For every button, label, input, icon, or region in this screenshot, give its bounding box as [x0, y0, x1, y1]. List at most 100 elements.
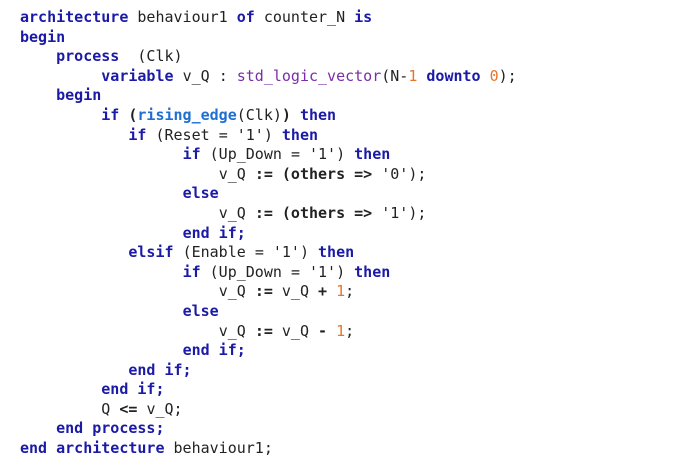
identifier-token: : [218, 66, 228, 85]
string-token: '1'); [381, 203, 427, 222]
keyword-token: then [354, 262, 391, 281]
code-line: if (Reset = '1') then [20, 126, 517, 146]
keyword-token: then [299, 105, 337, 124]
keyword-token: then [354, 145, 391, 164]
identifier-token: v_Q [218, 282, 246, 301]
identifier-token: Q [101, 399, 111, 418]
operator-token: := [254, 203, 273, 222]
keyword-token: end process; [56, 419, 165, 438]
identifier-token: ; [345, 321, 355, 340]
identifier-token: v_Q [218, 164, 246, 183]
code-line: Q <= v_Q; [20, 400, 517, 420]
keyword-token: else [182, 184, 219, 203]
identifier-token: v_Q; [146, 399, 183, 418]
identifier-token: (N- [381, 66, 409, 85]
operator-token: (others [281, 164, 346, 183]
code-listing: architecture behaviour1 of counter_N is b… [20, 8, 517, 459]
operator-token: ) [281, 105, 291, 124]
keyword-token: if [101, 105, 120, 124]
identifier-token: (Up_Down [209, 262, 282, 281]
keyword-token: if [128, 125, 147, 144]
keyword-token: architecture [20, 8, 129, 26]
identifier-token: (Enable [182, 243, 246, 262]
string-token: '1') [309, 262, 346, 281]
identifier-token: (Up_Down [209, 145, 282, 164]
code-line: variable v_Q : std_logic_vector(N-1 down… [20, 66, 516, 87]
code-line: architecture behaviour1 of counter_N is [20, 8, 517, 28]
identifier-token: v_Q [182, 66, 210, 85]
code-line: v_Q := (others => '0'); [20, 165, 517, 185]
number-token: 1 [336, 282, 346, 301]
keyword-token: is [354, 8, 373, 26]
code-line: end process; [20, 419, 517, 439]
keyword-token: begin [56, 86, 102, 105]
string-token: '0'); [381, 164, 427, 183]
code-line: if (Up_Down = '1') then [20, 145, 517, 165]
identifier-token: = [254, 243, 264, 262]
code-line: elsif (Enable = '1') then [20, 243, 517, 263]
operator-token: => [354, 203, 373, 222]
keyword-token: then [281, 125, 319, 144]
keyword-token: downto [426, 66, 481, 85]
operator-token: := [254, 164, 273, 183]
identifier-token: behaviour1 [137, 8, 228, 26]
identifier-token: ; [345, 282, 355, 301]
keyword-token: end [20, 439, 48, 458]
string-token: '1') [272, 243, 309, 262]
identifier-token: = [218, 125, 228, 144]
identifier-token: (Reset [155, 125, 210, 144]
keyword-token: process [56, 47, 120, 66]
keyword-token: end if; [182, 223, 246, 242]
keyword-token: end if; [182, 341, 246, 360]
code-line: v_Q := v_Q - 1; [20, 322, 517, 342]
identifier-token: = [290, 145, 300, 164]
keyword-token: end if; [101, 380, 165, 399]
code-line: else [20, 302, 517, 322]
keyword-token: variable [101, 66, 174, 85]
identifier-token: v_Q [218, 203, 246, 222]
number-token: 1 [336, 321, 346, 340]
keyword-token: if [182, 145, 201, 164]
keyword-token: if [182, 262, 201, 281]
